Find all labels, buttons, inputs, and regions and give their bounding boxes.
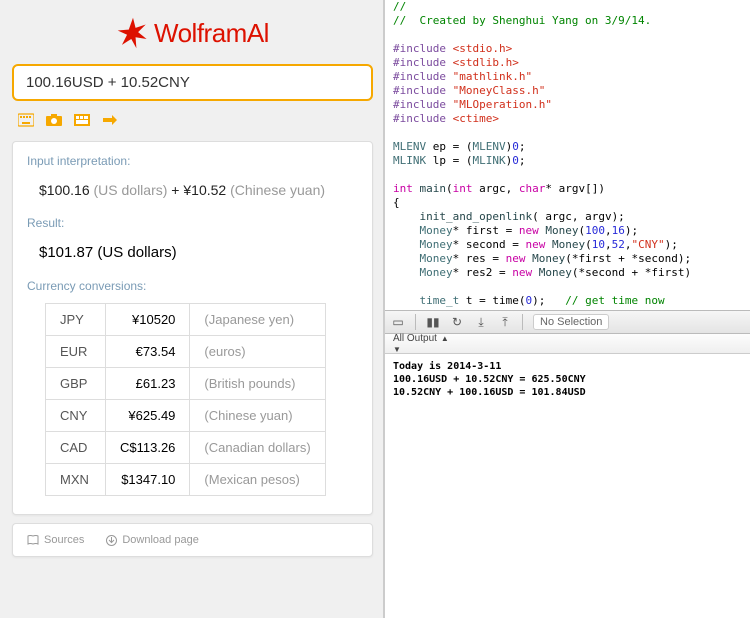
hide-debug-icon[interactable]: ▭ [391, 315, 405, 329]
currency-value: £61.23 [106, 368, 190, 400]
result-title: Result: [27, 216, 358, 230]
table-row: GBP£61.23(British pounds) [46, 368, 326, 400]
currency-code: JPY [46, 304, 106, 336]
step-out-icon[interactable]: ⤒ [498, 315, 512, 330]
currency-value: ¥10520 [106, 304, 190, 336]
conversions-table: JPY¥10520(Japanese yen)EUR€73.54(euros)G… [45, 303, 326, 496]
share-icon[interactable] [102, 113, 118, 127]
pause-icon[interactable]: ▮▮ [426, 315, 440, 329]
wolfram-star-icon [116, 16, 150, 50]
keyboard-icon[interactable] [18, 113, 34, 127]
wolfram-logo-text: WolframAl [154, 18, 269, 49]
debug-toolbar: ▭ ▮▮ ↻ ⤓ ⤒ No Selection [385, 310, 750, 334]
interp-amount1: $100.16 [39, 182, 90, 198]
conversions-title: Currency conversions: [27, 279, 358, 293]
currency-value: ¥625.49 [106, 400, 190, 432]
currency-unit: (Japanese yen) [190, 304, 325, 336]
table-row: CNY¥625.49(Chinese yuan) [46, 400, 326, 432]
currency-code: EUR [46, 336, 106, 368]
book-icon [27, 535, 39, 546]
query-input[interactable]: 100.16USD + 10.52CNY [12, 64, 373, 101]
currency-code: CAD [46, 432, 106, 464]
currency-code: MXN [46, 464, 106, 496]
currency-value: €73.54 [106, 336, 190, 368]
currency-value: $1347.10 [106, 464, 190, 496]
currency-code: CNY [46, 400, 106, 432]
step-over-icon[interactable]: ⤓ [474, 315, 488, 330]
table-row: CADC$113.26(Canadian dollars) [46, 432, 326, 464]
result-unit: (US dollars) [97, 244, 176, 261]
filter-label: All Output [393, 333, 437, 344]
sources-link[interactable]: Sources [27, 534, 84, 546]
wolfram-pane: WolframAl 100.16USD + 10.52CNY Input int… [0, 0, 385, 618]
code-author-comment: // Created by Shenghui Yang on 3/9/14. [393, 14, 651, 27]
continue-icon[interactable]: ↻ [450, 315, 464, 329]
table-row: MXN$1347.10(Mexican pesos) [46, 464, 326, 496]
interp-amount2: ¥10.52 [183, 182, 226, 198]
console-output[interactable]: Today is 2014-3-11 100.16USD + 10.52CNY … [385, 354, 750, 405]
currency-unit: (British pounds) [190, 368, 325, 400]
result-content: $101.87 (US dollars) [27, 240, 358, 265]
table-row: JPY¥10520(Japanese yen) [46, 304, 326, 336]
download-link[interactable]: Download page [106, 534, 198, 546]
code-editor[interactable]: // // Created by Shenghui Yang on 3/9/14… [385, 0, 750, 310]
interpretation-title: Input interpretation: [27, 154, 358, 168]
output-filter[interactable]: All Output▲▼ [393, 333, 449, 355]
interpretation-content: $100.16 (US dollars) + ¥10.52 (Chinese y… [27, 178, 358, 202]
interp-unit2: (Chinese yuan) [230, 182, 325, 198]
currency-unit: (euros) [190, 336, 325, 368]
camera-icon[interactable] [46, 113, 62, 127]
wolfram-logo: WolframAl [12, 16, 373, 50]
currency-unit: (Mexican pesos) [190, 464, 325, 496]
table-row: EUR€73.54(euros) [46, 336, 326, 368]
download-icon [106, 535, 117, 546]
toolbar-icons [12, 109, 373, 131]
currency-value: C$113.26 [106, 432, 190, 464]
console-filter-bar: All Output▲▼ [385, 334, 750, 354]
footer-panel: Sources Download page [12, 523, 373, 557]
results-panel: Input interpretation: $100.16 (US dollar… [12, 141, 373, 515]
interp-unit1: (US dollars) [94, 182, 168, 198]
xcode-pane: // // Created by Shenghui Yang on 3/9/14… [385, 0, 750, 618]
download-label: Download page [122, 534, 198, 546]
currency-unit: (Canadian dollars) [190, 432, 325, 464]
sources-label: Sources [44, 534, 84, 546]
result-amount: $101.87 [39, 244, 93, 261]
thread-selector[interactable]: No Selection [533, 314, 609, 330]
interp-plus: + [171, 182, 179, 198]
currency-unit: (Chinese yuan) [190, 400, 325, 432]
data-icon[interactable] [74, 113, 90, 127]
currency-code: GBP [46, 368, 106, 400]
